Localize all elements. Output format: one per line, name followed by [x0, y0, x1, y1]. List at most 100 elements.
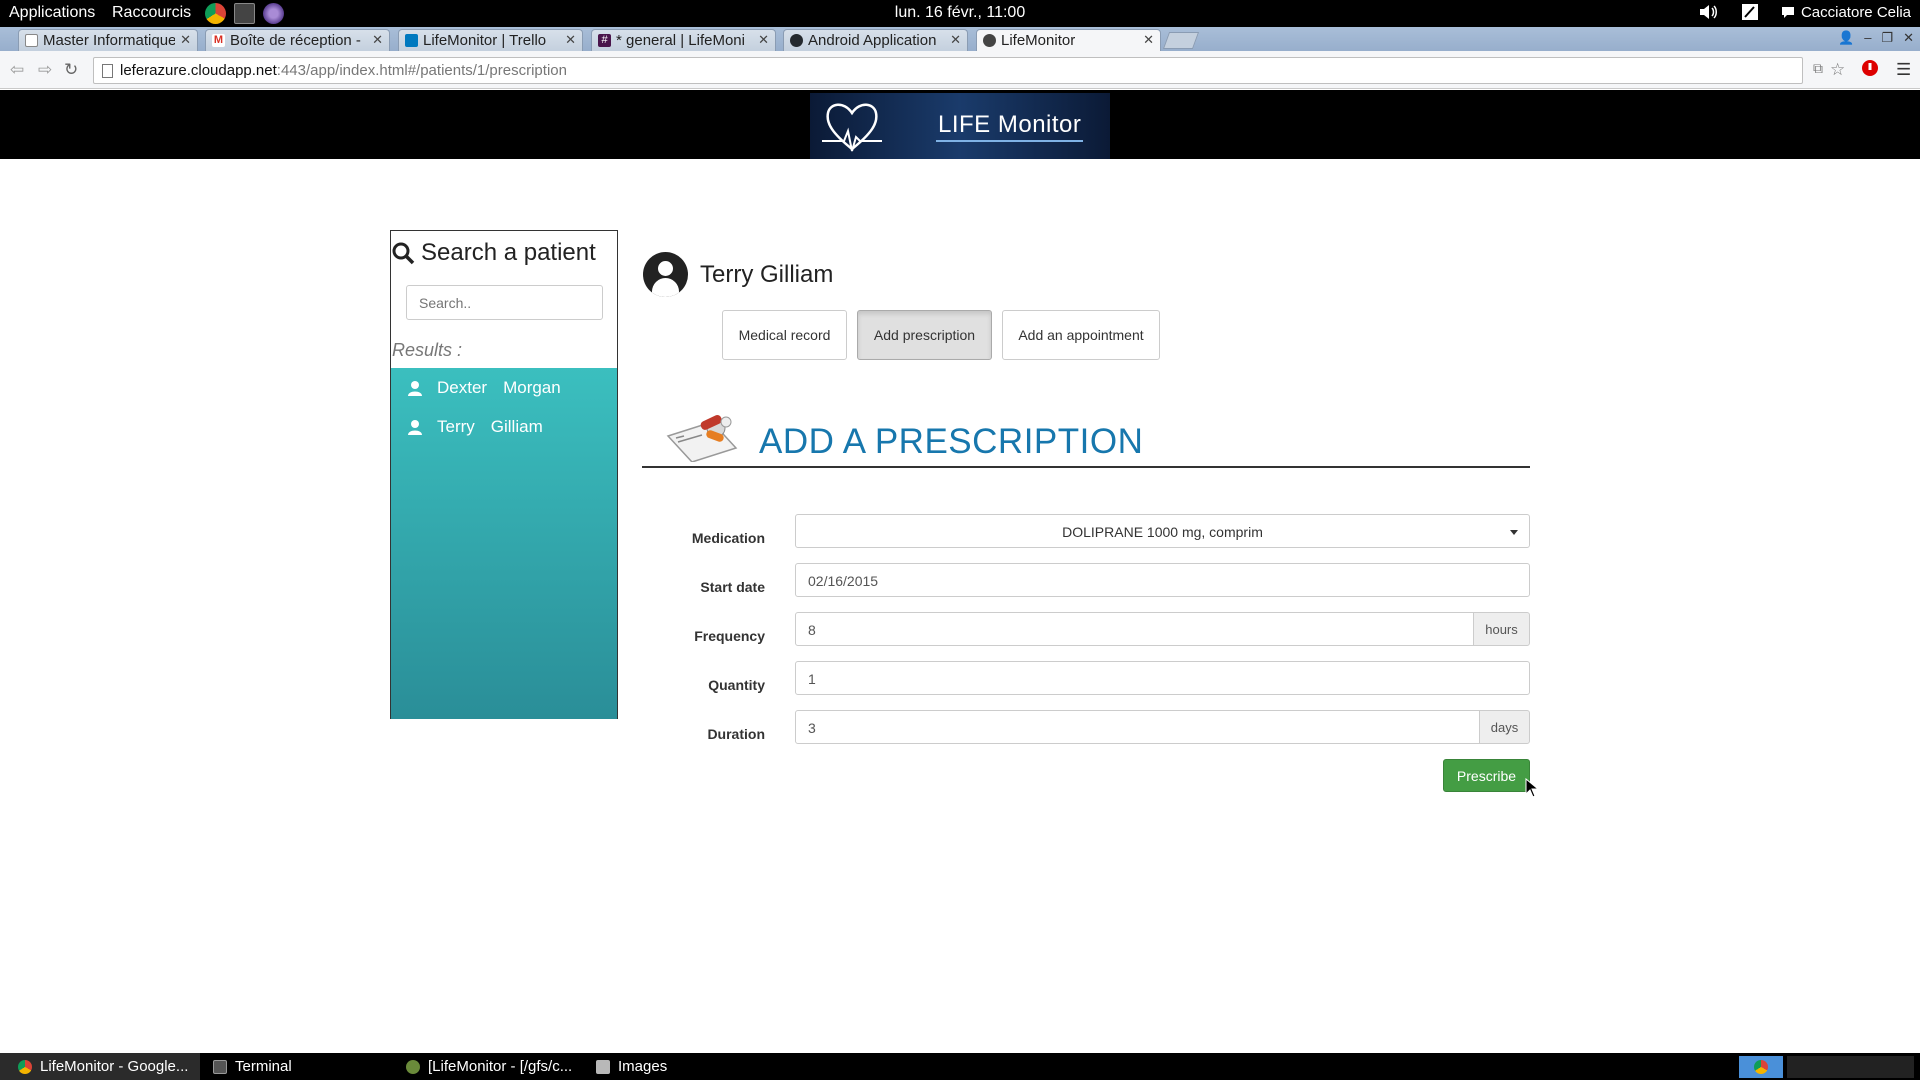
bookmark-star-icon[interactable]: ☆ — [1830, 60, 1845, 80]
slack-icon: # — [598, 34, 611, 47]
header-banner: LIFE Monitor — [0, 90, 1920, 159]
start-date-input[interactable]: 02/16/2015 — [795, 563, 1530, 597]
taskbar-label: LifeMonitor - Google... — [40, 1058, 189, 1075]
browser-tab[interactable]: Android Application ✕ — [783, 29, 968, 51]
prescription-icon — [666, 415, 738, 462]
user-icon — [408, 420, 422, 435]
url-path: :443/app/index.html#/patients/1/prescrip… — [276, 62, 567, 79]
close-icon[interactable]: ✕ — [1143, 32, 1154, 48]
prescribe-button[interactable]: Prescribe — [1443, 759, 1530, 792]
close-icon[interactable]: ✕ — [758, 32, 769, 48]
lifemonitor-logo[interactable]: LIFE Monitor — [810, 93, 1110, 159]
search-patient-panel: Search a patient Results : Dexter Morgan… — [390, 230, 618, 719]
taskbar-label: [LifeMonitor - [/gfs/c... — [428, 1058, 573, 1075]
url-host: leferazure.cloudapp.net — [120, 62, 277, 79]
search-panel-title-text: Search a patient — [421, 239, 596, 266]
avatar — [643, 252, 688, 297]
frequency-unit: hours — [1473, 612, 1530, 646]
chevron-down-icon — [1510, 530, 1518, 535]
patient-search-input[interactable] — [406, 285, 603, 320]
chrome-icon — [1754, 1060, 1768, 1074]
window-controls: 👤 – ❐ ✕ — [1838, 30, 1914, 46]
page-icon — [102, 64, 113, 78]
taskbar: LifeMonitor - Google... Terminal [LifeMo… — [0, 1053, 1920, 1080]
duration-input[interactable]: 3 — [795, 710, 1480, 744]
user-menu[interactable]: Cacciatore Celia — [1781, 4, 1911, 21]
result-item-dexter-morgan[interactable]: Dexter Morgan — [391, 369, 617, 407]
chrome-menu-icon[interactable]: ☰ — [1896, 60, 1911, 80]
heart-ecg-icon — [822, 103, 882, 152]
taskbar-label: Images — [618, 1058, 668, 1075]
taskbar-item-terminal[interactable]: Terminal — [195, 1053, 395, 1080]
close-icon[interactable]: ✕ — [950, 32, 961, 48]
close-window-icon[interactable]: ✕ — [1903, 30, 1914, 46]
accessibility-icon[interactable] — [1741, 3, 1759, 21]
taskbar-item-chrome[interactable]: LifeMonitor - Google... — [0, 1053, 200, 1080]
clock[interactable]: lun. 16 févr., 11:00 — [0, 4, 1920, 22]
tab-label: Android Application — [808, 32, 937, 49]
folder-icon — [596, 1059, 610, 1074]
add-prescription-button[interactable]: Add prescription — [857, 310, 992, 360]
workspace-1[interactable] — [1739, 1056, 1783, 1078]
tab-label: * general | LifeMoni — [616, 32, 745, 49]
maximize-icon[interactable]: ❐ — [1881, 30, 1893, 46]
github-icon — [790, 34, 803, 47]
tab-label: LifeMonitor — [1001, 32, 1076, 49]
workspace-3[interactable] — [1827, 1056, 1871, 1078]
lifemonitor-favicon-icon — [983, 34, 996, 47]
translate-icon[interactable]: ⧉ — [1813, 60, 1823, 77]
close-icon[interactable]: ✕ — [180, 32, 191, 48]
workspace-2[interactable] — [1787, 1056, 1831, 1078]
chrome-icon — [18, 1059, 32, 1074]
medical-record-button[interactable]: Medical record — [722, 310, 847, 360]
tab-label: Master Informatique — [43, 32, 175, 49]
back-icon[interactable]: ⇦ — [10, 60, 24, 80]
medication-label: Medication — [691, 530, 765, 546]
trello-icon — [405, 34, 418, 47]
document-icon — [25, 34, 38, 47]
workspace-4[interactable] — [1870, 1056, 1914, 1078]
close-icon[interactable]: ✕ — [372, 32, 383, 48]
adblock-icon[interactable] — [1861, 59, 1879, 82]
logo-text: LIFE Monitor — [936, 111, 1084, 142]
chat-icon — [1781, 6, 1794, 18]
browser-tab[interactable]: M Boîte de réception - ✕ — [205, 29, 390, 51]
results-label: Results : — [392, 340, 463, 360]
section-header: ADD A PRESCRIPTION — [642, 408, 1530, 468]
browser-tab[interactable]: Master Informatique ✕ — [18, 29, 198, 51]
frequency-input[interactable]: 8 — [795, 612, 1474, 646]
quantity-label: Quantity — [708, 677, 765, 693]
tab-label: LifeMonitor | Trello — [423, 32, 547, 49]
search-icon — [392, 242, 415, 265]
result-last-name: Gilliam — [490, 417, 543, 436]
browser-tab[interactable]: LifeMonitor | Trello ✕ — [398, 29, 583, 51]
tab-label: Boîte de réception - — [230, 32, 361, 49]
browser-toolbar: ⇦ ⇨ ↻ leferazure.cloudapp.net:443/app/in… — [0, 51, 1920, 89]
profile-icon[interactable]: 👤 — [1838, 30, 1854, 46]
medication-select[interactable]: DOLIPRANE 1000 mg, comprim — [795, 514, 1530, 548]
mouse-cursor-icon — [1525, 778, 1539, 798]
reload-icon[interactable]: ↻ — [64, 60, 78, 80]
browser-tab-active[interactable]: LifeMonitor ✕ — [976, 29, 1161, 51]
new-tab-button[interactable] — [1162, 32, 1200, 49]
volume-icon[interactable] — [1699, 3, 1719, 21]
address-bar[interactable]: leferazure.cloudapp.net:443/app/index.ht… — [93, 57, 1803, 84]
frequency-label: Frequency — [694, 628, 765, 644]
result-item-terry-gilliam[interactable]: Terry Gilliam — [391, 408, 617, 446]
taskbar-label: Terminal — [235, 1058, 292, 1075]
browser-tab[interactable]: # * general | LifeMoni ✕ — [591, 29, 776, 51]
gmail-icon: M — [212, 34, 225, 47]
forward-icon[interactable]: ⇨ — [38, 60, 52, 80]
results-list: Dexter Morgan Terry Gilliam — [391, 368, 617, 719]
web-page: LIFE Monitor Search a patient Results : … — [0, 90, 1920, 1053]
close-icon[interactable]: ✕ — [565, 32, 576, 48]
result-first-name: Terry — [437, 417, 475, 436]
add-appointment-button[interactable]: Add an appointment — [1002, 310, 1160, 360]
search-panel-title: Search a patient — [391, 239, 596, 267]
user-icon — [408, 381, 422, 396]
taskbar-item-images[interactable]: Images — [578, 1053, 738, 1080]
minimize-icon[interactable]: – — [1864, 30, 1871, 46]
status-area: Cacciatore Celia — [1699, 3, 1911, 21]
quantity-input[interactable]: 1 — [795, 661, 1530, 695]
taskbar-item-eclipse[interactable]: [LifeMonitor - [/gfs/c... — [388, 1053, 598, 1080]
